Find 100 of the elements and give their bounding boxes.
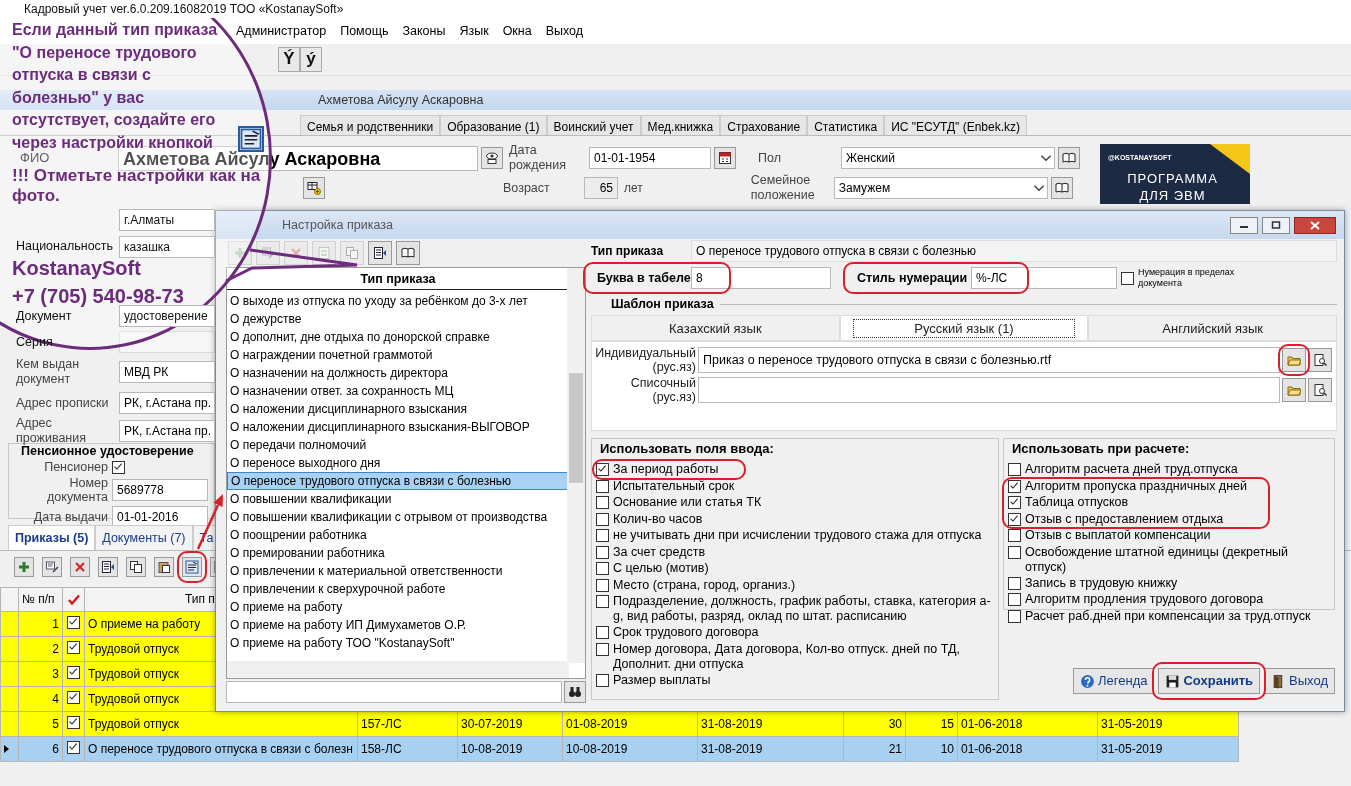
list-item[interactable]: О награждении почетной граммотой <box>227 346 569 364</box>
checkbox[interactable] <box>67 691 80 705</box>
checkbox[interactable] <box>596 626 609 639</box>
menu-item[interactable]: Помощь <box>340 23 389 39</box>
input-field[interactable]: МВД РК <box>119 361 215 383</box>
table-row[interactable]: 5 Трудовой отпуск 157-ЛС 30-07-2019 01-08-2019 31-08-2019 30 15 01-06-2018 31-05-2019 <box>0 711 1239 737</box>
input-field[interactable] <box>698 377 1280 403</box>
checkbox[interactable] <box>1008 512 1021 526</box>
input-field[interactable]: казашка <box>119 235 215 258</box>
list-item[interactable]: О дополнит, дне отдыха по донорской справке <box>227 328 569 346</box>
checkbox[interactable] <box>596 545 609 559</box>
paste-button[interactable] <box>154 557 174 577</box>
input-field[interactable]: РК, г.Астана пр. <box>119 420 215 442</box>
gender-select[interactable]: Женский <box>841 147 1055 169</box>
tab[interactable]: Казахский язык <box>591 315 840 341</box>
list-item[interactable]: О выходе из отпуска по уходу за ребёнком до 3-х лет <box>227 292 569 310</box>
tab[interactable]: Статистика <box>807 115 885 135</box>
tab[interactable]: Образование (1) <box>440 115 547 135</box>
checkbox[interactable] <box>596 529 609 542</box>
list-item[interactable]: О привлечении к материальной ответственности <box>227 562 569 580</box>
list-item[interactable]: О премировании работника <box>227 544 569 562</box>
lookup-button[interactable] <box>1050 177 1073 199</box>
checkbox[interactable] <box>1008 545 1021 559</box>
checkbox[interactable] <box>596 512 609 526</box>
input-field[interactable]: 8 <box>691 267 831 289</box>
tab[interactable]: Воинский учет <box>546 115 641 135</box>
search-button[interactable] <box>564 681 586 703</box>
list-item[interactable]: О наложении дисциплинарного взыскания <box>227 400 569 418</box>
refresh-button[interactable] <box>312 241 336 265</box>
search-field[interactable] <box>226 681 562 703</box>
minimize-button[interactable] <box>1230 216 1258 234</box>
checkbox[interactable] <box>1008 463 1021 476</box>
checkbox[interactable] <box>1008 593 1021 606</box>
list-item[interactable]: О назначении на должность директора <box>227 364 569 382</box>
list-button[interactable] <box>98 557 118 577</box>
checkbox[interactable] <box>596 642 609 656</box>
menu-item[interactable]: Законы <box>402 23 446 39</box>
tab[interactable]: Приказы (5) <box>8 525 96 550</box>
checkbox[interactable] <box>596 673 609 687</box>
list-item[interactable]: О назначении ответ. за сохранность МЦ <box>227 382 569 400</box>
input-field[interactable]: удостоверение <box>119 305 215 327</box>
input-field[interactable]: Приказ о переносе трудового отпуска в связи с болезнью.rtf <box>698 347 1280 373</box>
add-button[interactable] <box>303 177 325 199</box>
checkbox[interactable] <box>1008 496 1021 509</box>
tab[interactable]: Мед.книжка <box>640 115 721 135</box>
checkbox[interactable] <box>1008 576 1021 590</box>
delete-button[interactable] <box>70 557 90 577</box>
tab[interactable]: ИС "ЕСУТД" (Enbek.kz) <box>884 115 1027 135</box>
tab[interactable]: Страхование <box>720 115 808 135</box>
list-item[interactable]: О наложении дисциплинарного взыскания-ВЫГОВОР <box>227 418 569 436</box>
checkbox[interactable] <box>67 641 80 655</box>
letter-key[interactable]: Ý <box>278 47 300 72</box>
list-item[interactable]: О переносе трудового отпуска в связи с болезнью <box>227 472 569 490</box>
view-button[interactable] <box>481 147 503 169</box>
checkbox[interactable] <box>596 479 609 493</box>
checkbox[interactable] <box>1008 609 1021 623</box>
letter-key[interactable]: ý <box>300 47 322 72</box>
preview-button[interactable] <box>1308 378 1332 402</box>
checkbox[interactable] <box>1008 479 1021 493</box>
tab[interactable]: Английский язык <box>1088 315 1337 341</box>
checkbox[interactable] <box>596 496 609 509</box>
input-field[interactable]: 5689778 <box>112 479 208 501</box>
input-field[interactable]: %-ЛС <box>971 267 1117 289</box>
input-field[interactable]: г.Алматы <box>119 208 215 231</box>
checkbox[interactable] <box>596 463 609 476</box>
checkbox[interactable] <box>596 578 609 592</box>
checkbox[interactable] <box>67 666 80 680</box>
lookup-button[interactable] <box>1058 147 1080 169</box>
scrollbar[interactable] <box>227 661 569 678</box>
checkbox[interactable] <box>1008 529 1021 542</box>
menu-item[interactable]: Выход <box>545 23 584 39</box>
table-row[interactable]: 6 О переносе трудового отпуска в связи с болезн 158-ЛС 10-08-2019 10-08-2019 31-08-2019 21 10 01-06-2018 31-05-2019 <box>0 736 1239 762</box>
save-button[interactable]: Сохранить <box>1158 668 1261 694</box>
tab[interactable]: Семья и родственники <box>300 115 441 135</box>
legend-button[interactable]: Легенда <box>1073 668 1155 694</box>
input-field[interactable]: 01-01-2016 <box>112 506 208 528</box>
exit-button[interactable]: Выход <box>1264 668 1335 694</box>
checkbox[interactable] <box>1121 271 1134 285</box>
copy-button[interactable] <box>126 557 146 577</box>
checkbox[interactable] <box>67 616 80 630</box>
scrollbar[interactable] <box>567 268 585 663</box>
tab[interactable]: Русский язык (1) <box>839 315 1089 341</box>
checkbox[interactable] <box>596 595 609 608</box>
preview-button[interactable] <box>1308 348 1332 372</box>
checkbox[interactable] <box>67 741 80 755</box>
list-item[interactable]: О передачи полномочий <box>227 436 569 454</box>
edit-button[interactable] <box>42 557 62 577</box>
checkbox[interactable] <box>67 716 80 730</box>
list-button[interactable] <box>368 241 392 265</box>
list-item[interactable]: О поощрении работника <box>227 526 569 544</box>
maximize-button[interactable] <box>1262 216 1290 234</box>
lookup-button[interactable] <box>396 241 420 265</box>
close-button[interactable] <box>1294 216 1336 234</box>
checkbox[interactable] <box>596 562 609 575</box>
date-field[interactable]: 01-01-1954 <box>589 147 711 169</box>
list-item[interactable]: О переносе выходного дня <box>227 454 569 472</box>
list-item[interactable]: О дежурстве <box>227 310 569 328</box>
calendar-button[interactable] <box>714 147 736 169</box>
tab[interactable]: Документы (7) <box>95 525 193 550</box>
list-item[interactable]: О повышении квалификации <box>227 490 569 508</box>
